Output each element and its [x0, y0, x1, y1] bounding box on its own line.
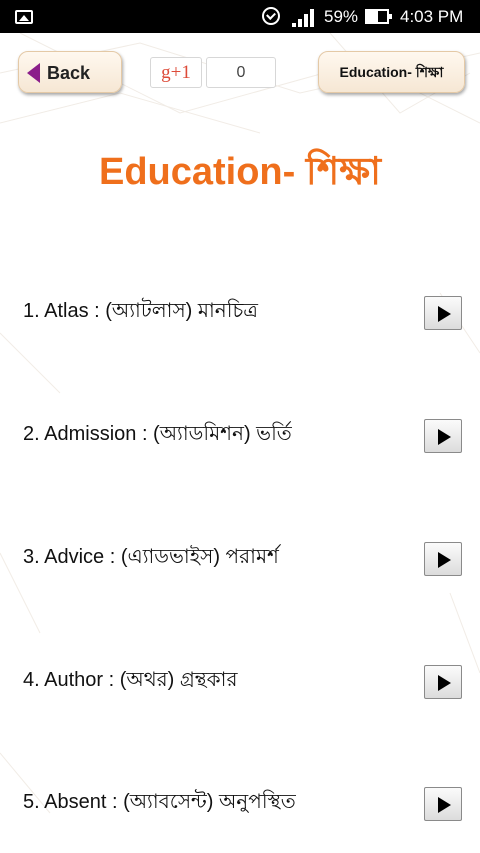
- word-text: 1. Atlas : (অ্যাটলাস) মানচিত্র: [23, 300, 258, 322]
- clock: 4:03 PM: [400, 7, 464, 26]
- word-text: 2. Admission : (অ্যাডমিশন) ভর্তি: [23, 423, 292, 445]
- word-row: 5. Absent : (অ্যাবসেন্ট) অনুপস্থিত: [0, 787, 480, 847]
- play-icon: [438, 552, 451, 568]
- google-plus-count: 0: [206, 57, 276, 88]
- word-text: 5. Absent : (অ্যাবসেন্ট) অনুপস্থিত: [23, 791, 296, 813]
- google-plus-one-button[interactable]: g+1: [150, 57, 202, 88]
- back-arrow-icon: [27, 63, 40, 83]
- word-row: 4. Author : (অথর) গ্রন্থকার: [0, 665, 480, 725]
- back-button[interactable]: Back: [18, 51, 122, 93]
- back-button-label: Back: [47, 63, 91, 83]
- topic-button[interactable]: Education- শিক্ষা: [318, 51, 465, 93]
- word-text: 4. Author : (অথর) গ্রন্থকার: [23, 669, 238, 691]
- play-button[interactable]: [424, 542, 462, 576]
- battery-icon: [365, 9, 392, 24]
- page-title: Education- শিক্ষা: [98, 151, 382, 193]
- alarm-icon: [262, 7, 280, 25]
- signal-icon: [292, 7, 318, 27]
- play-icon: [438, 675, 451, 691]
- play-button[interactable]: [424, 419, 462, 453]
- battery-percentage: 59%: [324, 7, 359, 26]
- play-icon: [438, 797, 451, 813]
- play-icon: [438, 306, 451, 322]
- word-row: 3. Advice : (এ্যাডভাইস) পরামর্শ: [0, 542, 480, 602]
- gallery-icon: [15, 10, 33, 24]
- play-icon: [438, 429, 451, 445]
- word-text: 3. Advice : (এ্যাডভাইস) পরামর্শ: [23, 546, 279, 568]
- word-row: 2. Admission : (অ্যাডমিশন) ভর্তি: [0, 419, 480, 479]
- status-bar: 59% 4:03 PM: [0, 0, 480, 33]
- play-button[interactable]: [424, 787, 462, 821]
- play-button[interactable]: [424, 296, 462, 330]
- play-button[interactable]: [424, 665, 462, 699]
- word-row: 1. Atlas : (অ্যাটলাস) মানচিত্র: [0, 296, 480, 356]
